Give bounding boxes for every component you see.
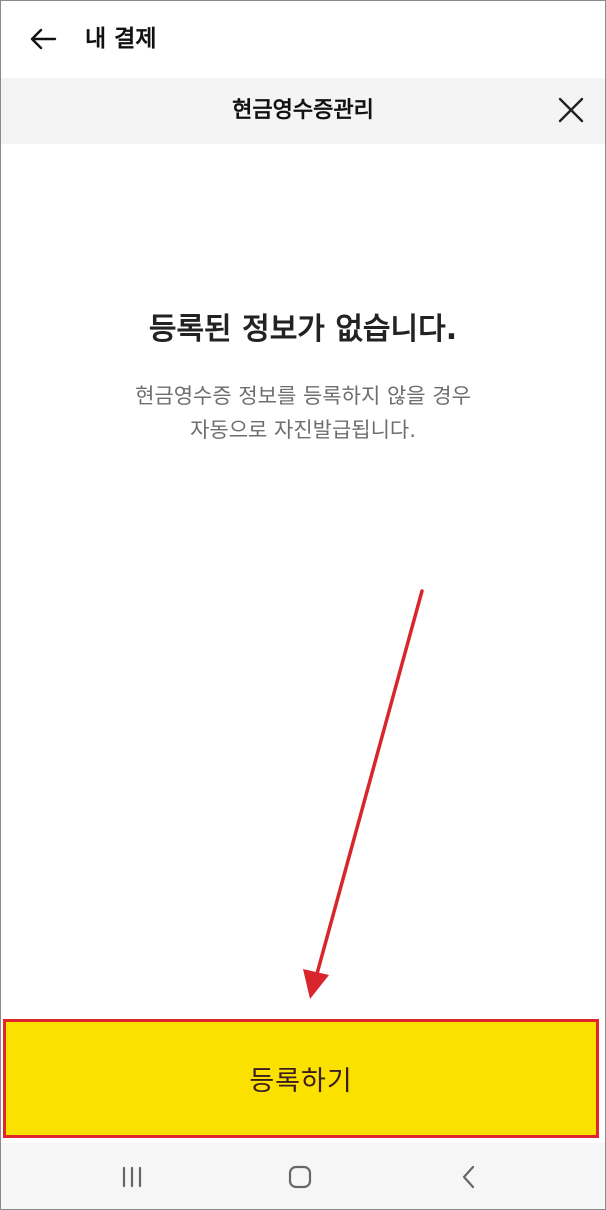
app-screen: 내 결제 현금영수증관리 등록된 정보가 없습니다. 현금영수증 정보를 등록하… bbox=[0, 0, 606, 1210]
page-title: 내 결제 bbox=[85, 26, 157, 52]
sub-header: 현금영수증관리 bbox=[1, 78, 605, 144]
register-button-label: 등록하기 bbox=[249, 1066, 353, 1097]
system-back-button[interactable] bbox=[447, 1155, 491, 1199]
system-nav-bar bbox=[1, 1143, 605, 1209]
arrow-left-icon bbox=[30, 28, 57, 50]
home-icon bbox=[288, 1165, 312, 1189]
home-button[interactable] bbox=[278, 1155, 322, 1199]
nav-back-icon bbox=[462, 1165, 475, 1189]
section-title: 현금영수증관리 bbox=[232, 98, 374, 123]
recents-button[interactable] bbox=[110, 1155, 154, 1199]
recents-icon bbox=[122, 1166, 142, 1188]
empty-state-description-line-1: 현금영수증 정보를 등록하지 않을 경우 bbox=[135, 384, 471, 408]
back-button[interactable] bbox=[25, 21, 61, 57]
register-button[interactable]: 등록하기 bbox=[3, 1019, 599, 1138]
empty-state-description: 현금영수증 정보를 등록하지 않을 경우 자동으로 자진발급됩니다. bbox=[1, 379, 605, 447]
top-header: 내 결제 bbox=[1, 1, 605, 78]
empty-state-title: 등록된 정보가 없습니다. bbox=[148, 312, 458, 347]
close-icon bbox=[558, 97, 584, 123]
close-button[interactable] bbox=[551, 90, 591, 130]
empty-state-description-line-2: 자동으로 자진발급됩니다. bbox=[190, 418, 416, 442]
